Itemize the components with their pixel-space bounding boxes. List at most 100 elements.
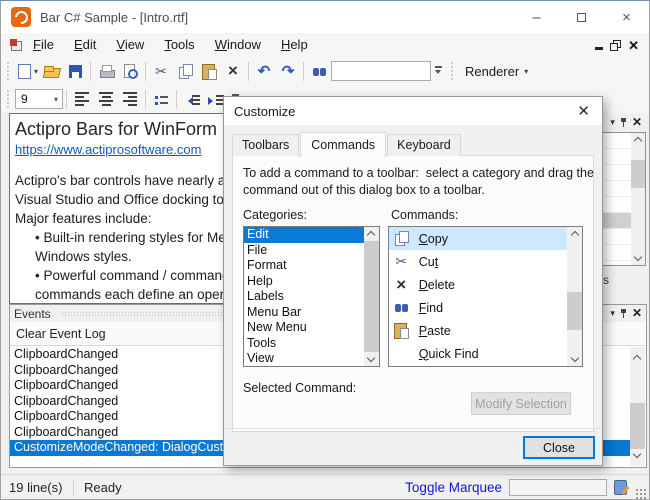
pin-icon[interactable] xyxy=(619,308,628,319)
delete-button[interactable]: × xyxy=(221,58,245,84)
separator xyxy=(303,61,304,81)
minimize-button[interactable]: – xyxy=(514,1,559,33)
command-item[interactable]: ✂ Cut xyxy=(389,250,567,273)
category-item[interactable]: Menu Bar xyxy=(244,305,364,321)
close-button[interactable]: × xyxy=(604,1,649,33)
pin-icon[interactable] xyxy=(619,117,628,128)
mdi-close-icon[interactable]: ✕ xyxy=(628,39,639,52)
category-item[interactable]: Help xyxy=(244,274,364,290)
align-center-button[interactable] xyxy=(94,86,118,112)
menu-item[interactable]: Edit xyxy=(64,33,106,57)
menu-item[interactable]: View xyxy=(106,33,154,57)
print-preview-button[interactable] xyxy=(118,58,142,84)
command-label: Copy xyxy=(418,231,448,246)
find-combobox[interactable] xyxy=(331,61,431,81)
separator xyxy=(66,89,67,109)
cut-button[interactable]: ✂ xyxy=(149,58,173,84)
dialog-tab[interactable]: Commands xyxy=(300,132,387,157)
panel-menu-chevron-icon[interactable]: ▾ xyxy=(610,118,615,127)
customize-dialog: Customize ✕ Toolbars Commands Keyboard T… xyxy=(223,96,603,466)
events-scrollbar[interactable] xyxy=(630,347,645,466)
renderer-dropdown-button[interactable]: Renderer ▾ xyxy=(459,59,534,83)
command-item[interactable]: Quick Find xyxy=(389,342,567,365)
menu-item[interactable]: Help xyxy=(271,33,318,57)
maximize-button[interactable] xyxy=(559,1,604,33)
right-panel-selected-row[interactable] xyxy=(602,213,631,229)
save-button[interactable] xyxy=(63,58,87,84)
cut-icon: ✂ xyxy=(155,62,167,79)
print-button[interactable] xyxy=(94,58,118,84)
toolbar-grip[interactable] xyxy=(450,61,455,81)
copy-button[interactable] xyxy=(173,58,197,84)
scrollbar-thumb[interactable] xyxy=(567,292,582,330)
scroll-up-icon[interactable] xyxy=(633,136,643,146)
find-button[interactable] xyxy=(307,58,331,84)
undo-button[interactable]: ↶ xyxy=(252,58,276,84)
right-panel-listbox[interactable] xyxy=(601,132,646,266)
mdi-minimize-icon[interactable] xyxy=(595,46,604,50)
scrollbar-thumb[interactable] xyxy=(363,241,379,352)
dialog-close-action-button[interactable]: Close xyxy=(523,436,595,459)
paste-icon xyxy=(393,322,410,339)
status-icon[interactable] xyxy=(614,480,627,495)
panel-close-icon[interactable]: ✕ xyxy=(632,307,642,319)
dialog-title-bar[interactable]: Customize ✕ xyxy=(224,97,602,125)
category-item[interactable]: File xyxy=(244,243,364,259)
new-document-button[interactable]: ▾ xyxy=(15,58,39,84)
separator xyxy=(73,479,74,496)
decrease-indent-button[interactable] xyxy=(180,86,204,112)
font-size-combobox[interactable]: 9 ▾ xyxy=(15,89,63,109)
category-item[interactable]: New Menu xyxy=(244,320,364,336)
scrollbar-thumb[interactable] xyxy=(630,403,645,449)
document-hyperlink[interactable]: https://www.actiprosoftware.com xyxy=(15,142,201,157)
command-item[interactable]: Paste xyxy=(389,319,567,342)
right-panel-scrollbar[interactable] xyxy=(631,133,645,265)
toolbar-options-button[interactable] xyxy=(431,60,445,82)
paste-button[interactable] xyxy=(197,58,221,84)
command-item[interactable]: × Delete xyxy=(389,273,567,296)
align-left-button[interactable] xyxy=(70,86,94,112)
dialog-tab[interactable]: Toolbars xyxy=(232,134,300,156)
bullet-list-button[interactable] xyxy=(149,86,173,112)
menu-item[interactable]: Window xyxy=(205,33,271,57)
dialog-tab[interactable]: Keyboard xyxy=(387,134,461,156)
commands-listbox[interactable]: Copy ✂ Cut × Delete Find Paste Quick Fin… xyxy=(387,226,583,367)
redo-button[interactable]: ↷ xyxy=(276,58,300,84)
copy-icon xyxy=(177,63,194,80)
category-item[interactable]: Tools xyxy=(244,336,364,352)
align-right-button[interactable] xyxy=(118,86,142,112)
category-item[interactable]: View xyxy=(244,351,364,366)
resize-grip[interactable] xyxy=(635,488,647,499)
toolbar-grip[interactable] xyxy=(6,89,11,109)
scroll-up-icon[interactable] xyxy=(632,354,642,364)
scroll-down-icon[interactable] xyxy=(633,252,643,262)
decrease-indent-icon xyxy=(184,91,201,108)
commands-scrollbar[interactable] xyxy=(567,227,582,366)
categories-listbox[interactable]: Edit File Format Help Labels Menu Bar Ne… xyxy=(243,226,380,367)
window-title: Bar C# Sample - [Intro.rtf] xyxy=(40,9,189,25)
toggle-marquee-link[interactable]: Toggle Marquee xyxy=(405,480,502,495)
standard-toolbar: ▾ ✂ × ↶ ↷ Renderer ▾ xyxy=(1,57,649,85)
dialog-close-button[interactable]: ✕ xyxy=(577,104,590,119)
scrollbar-thumb[interactable] xyxy=(631,160,645,188)
command-item[interactable]: Find xyxy=(389,296,567,319)
open-button[interactable] xyxy=(39,58,63,84)
scroll-down-icon[interactable] xyxy=(367,353,376,363)
category-item[interactable]: Edit xyxy=(244,227,364,243)
category-item[interactable]: Labels xyxy=(244,289,364,305)
menu-item[interactable]: Tools xyxy=(154,33,204,57)
modify-selection-button[interactable]: Modify Selection xyxy=(471,392,571,415)
mdi-restore-icon[interactable] xyxy=(610,39,622,51)
document-icon[interactable] xyxy=(9,38,23,52)
menu-item[interactable]: File xyxy=(23,33,64,57)
scroll-up-icon[interactable] xyxy=(570,230,579,240)
categories-scrollbar[interactable] xyxy=(363,227,379,366)
panel-menu-chevron-icon[interactable]: ▾ xyxy=(610,309,615,318)
panel-close-icon[interactable]: ✕ xyxy=(632,116,642,128)
toolbar-grip[interactable] xyxy=(6,61,11,81)
command-item[interactable]: Copy xyxy=(388,227,567,250)
category-item[interactable]: Format xyxy=(244,258,364,274)
scroll-down-icon[interactable] xyxy=(632,449,642,459)
scroll-up-icon[interactable] xyxy=(367,230,376,240)
scroll-down-icon[interactable] xyxy=(570,353,579,363)
